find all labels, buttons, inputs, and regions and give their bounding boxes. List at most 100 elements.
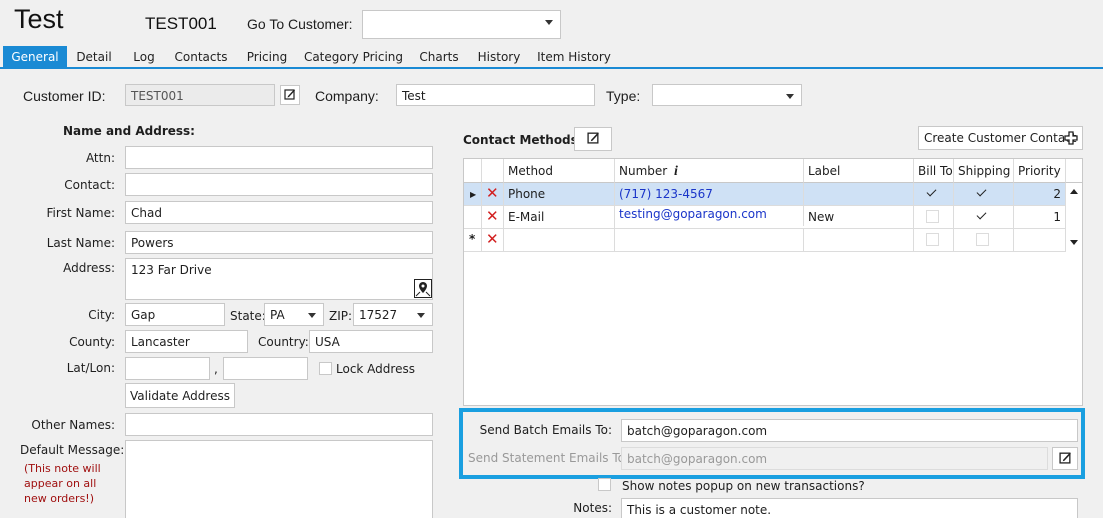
batch-emails-field[interactable]: batch@goparagon.com (621, 419, 1078, 442)
column-header-label[interactable]: Label (804, 159, 914, 183)
tab-contacts[interactable]: Contacts (170, 46, 232, 67)
validate-address-button[interactable]: Validate Address (125, 383, 235, 408)
row-header-column (464, 159, 482, 183)
grid-scrollbar[interactable] (1066, 183, 1082, 252)
company-label: Company: (315, 88, 379, 104)
column-header-bill-to[interactable]: Bill To (914, 159, 954, 183)
latlon-separator: , (214, 362, 218, 376)
edit-icon (1058, 451, 1072, 467)
delete-row-button[interactable]: ✕ (482, 229, 504, 252)
create-contact-label: Create Customer Contact (924, 131, 1077, 145)
method-cell[interactable]: Phone (504, 183, 615, 206)
contact-field[interactable] (125, 173, 433, 196)
tab-pricing[interactable]: Pricing (240, 46, 294, 67)
delete-icon: ✕ (486, 207, 499, 225)
lock-address-checkbox[interactable] (319, 362, 332, 375)
shipping-checkbox[interactable] (976, 210, 989, 223)
statement-emails-field: batch@goparagon.com (621, 447, 1048, 470)
delete-row-button[interactable]: ✕ (482, 206, 504, 229)
latlon-label: Lat/Lon: (66, 361, 115, 375)
tab-category-pricing[interactable]: Category Pricing (302, 46, 405, 67)
priority-cell[interactable]: 2 (1014, 183, 1066, 206)
last-name-field[interactable]: Powers (125, 231, 433, 254)
tab-log[interactable]: Log (123, 46, 165, 67)
last-name-label: Last Name: (46, 236, 115, 250)
priority-cell[interactable] (1014, 229, 1066, 252)
number-cell[interactable] (615, 229, 804, 252)
priority-cell[interactable]: 1 (1014, 206, 1066, 229)
default-message-field[interactable] (125, 440, 433, 518)
label-cell[interactable]: New (804, 206, 914, 229)
shipping-checkbox[interactable] (976, 187, 989, 200)
contact-label: Contact: (64, 178, 115, 192)
label-cell[interactable] (804, 229, 914, 252)
state-dropdown[interactable]: PA (264, 303, 324, 326)
tab-history[interactable]: History (472, 46, 526, 67)
type-dropdown[interactable] (652, 84, 802, 106)
first-name-field[interactable]: Chad (125, 201, 433, 224)
company-field[interactable]: Test (396, 84, 595, 106)
tab-general[interactable]: General (3, 46, 67, 67)
bill-to-checkbox[interactable] (926, 233, 939, 246)
scroll-down-icon[interactable] (1070, 240, 1078, 245)
attn-label: Attn: (85, 151, 115, 165)
edit-icon (586, 131, 600, 147)
other-names-field[interactable] (125, 413, 433, 436)
customer-id-label: Customer ID: (23, 88, 106, 104)
default-message-label: Default Message: (20, 443, 125, 457)
shipping-cell (954, 206, 1014, 229)
zip-dropdown[interactable]: 17527 (353, 303, 433, 326)
tab-item-history[interactable]: Item History (534, 46, 614, 67)
map-pin-icon[interactable] (414, 279, 432, 298)
county-field[interactable]: Lancaster (125, 330, 248, 353)
method-cell[interactable] (504, 229, 615, 252)
contact-methods-title: Contact Methods: (463, 133, 583, 147)
name-address-title: Name and Address: (63, 124, 195, 138)
contact-methods-grid: Method Number i Label Bill To Shipping P… (463, 158, 1083, 406)
create-customer-contact-button[interactable]: Create Customer Contact (918, 126, 1083, 150)
city-field[interactable]: Gap (125, 303, 225, 326)
notes-popup-checkbox[interactable] (598, 478, 611, 491)
new-row-indicator: * (464, 229, 482, 252)
plus-icon (1064, 131, 1078, 148)
county-label: County: (69, 335, 115, 349)
notes-field[interactable]: This is a customer note. (621, 498, 1078, 518)
bill-to-cell (914, 206, 954, 229)
label-cell[interactable] (804, 183, 914, 206)
tab-detail[interactable]: Detail (69, 46, 119, 67)
edit-statement-emails-button[interactable] (1052, 447, 1078, 470)
scroll-up-icon[interactable] (1070, 189, 1078, 194)
shipping-checkbox[interactable] (976, 233, 989, 246)
delete-row-button[interactable]: ✕ (482, 183, 504, 206)
column-header-number[interactable]: Number i (615, 159, 804, 183)
edit-customer-id-button[interactable] (280, 85, 300, 105)
state-label: State: (230, 309, 266, 323)
edit-contact-methods-button[interactable] (574, 127, 612, 151)
address-field[interactable]: 123 Far Drive (125, 258, 433, 300)
statement-emails-label: Send Statement Emails To: (468, 451, 630, 465)
bill-to-checkbox[interactable] (926, 210, 939, 223)
column-header-method[interactable]: Method (504, 159, 615, 183)
number-cell[interactable]: testing@goparagon.com (615, 203, 804, 226)
lock-address-label: Lock Address (336, 362, 415, 376)
row-indicator (464, 206, 482, 229)
attn-field[interactable] (125, 146, 433, 169)
tab-charts[interactable]: Charts (414, 46, 464, 67)
default-message-warning: (This note will appear on all new orders… (24, 462, 101, 505)
notes-label: Notes: (573, 501, 612, 515)
new-row[interactable]: * ✕ (464, 229, 1066, 252)
bill-to-cell (914, 229, 954, 252)
first-name-label: First Name: (46, 206, 115, 220)
edit-icon (284, 88, 296, 103)
column-header-priority[interactable]: Priority (1014, 159, 1066, 183)
country-field[interactable]: USA (309, 330, 433, 353)
goto-customer-dropdown[interactable] (362, 10, 561, 39)
table-row[interactable]: ✕ E-Mail testing@goparagon.com New 1 (464, 203, 1066, 229)
method-cell[interactable]: E-Mail (504, 206, 615, 229)
longitude-field[interactable] (223, 357, 308, 380)
column-header-shipping[interactable]: Shipping (954, 159, 1014, 183)
latitude-field[interactable] (125, 357, 210, 380)
current-row-indicator: ▶ (464, 183, 482, 206)
bill-to-checkbox[interactable] (926, 187, 939, 200)
delete-icon: ✕ (486, 184, 499, 202)
